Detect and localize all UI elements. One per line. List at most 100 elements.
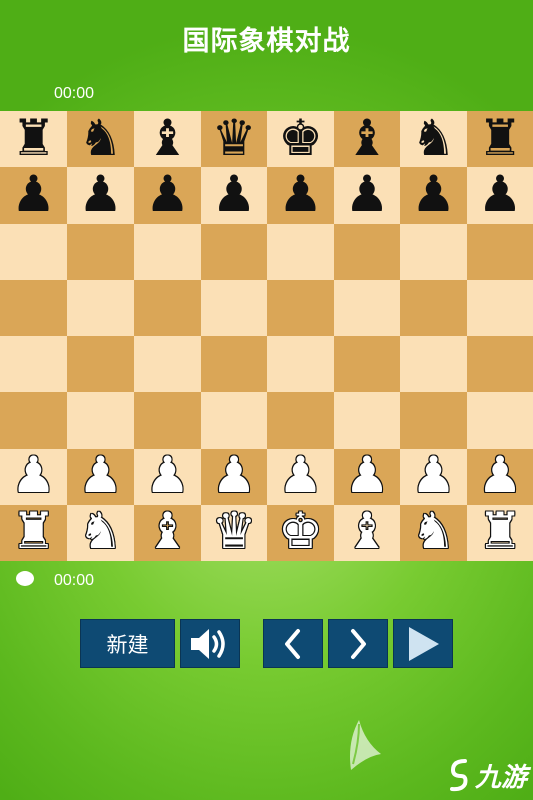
square-a6[interactable] xyxy=(0,223,67,280)
square-g2[interactable]: ♟ xyxy=(400,448,467,505)
square-b7[interactable]: ♟ xyxy=(67,167,134,224)
white-pawn-piece[interactable]: ♟ xyxy=(478,450,523,500)
square-e2[interactable]: ♟ xyxy=(267,448,334,505)
chess-board[interactable]: ♜ ♞ ♝ ♛ ♚ ♝ ♞ ♜ ♟ ♟ ♟ ♟ ♟ ♟ ♟ ♟ ♟ ♟ ♟ ♟ ♟ ♟ ♟ ♟ ♜ ♞ ♝ ♛ ♚ ♝ ♞ ♜ xyxy=(0,111,533,561)
black-pawn-piece[interactable]: ♟ xyxy=(411,169,456,219)
square-f8[interactable]: ♝ xyxy=(334,111,400,168)
square-b3[interactable] xyxy=(67,392,134,449)
square-a3[interactable] xyxy=(0,392,67,449)
white-pawn-piece[interactable]: ♟ xyxy=(11,450,56,500)
black-pawn-piece[interactable]: ♟ xyxy=(212,169,257,219)
square-e4[interactable] xyxy=(267,336,334,393)
square-a1[interactable]: ♜ xyxy=(0,504,67,561)
square-d1[interactable]: ♛ xyxy=(201,504,267,561)
black-king-piece[interactable]: ♚ xyxy=(278,113,323,163)
square-b6[interactable] xyxy=(67,223,134,280)
square-d4[interactable] xyxy=(201,336,267,393)
white-pawn-piece[interactable]: ♟ xyxy=(345,450,390,500)
square-a7[interactable]: ♟ xyxy=(0,167,67,224)
black-pawn-piece[interactable]: ♟ xyxy=(145,169,190,219)
black-pawn-piece[interactable]: ♟ xyxy=(11,169,56,219)
white-pawn-piece[interactable]: ♟ xyxy=(278,450,323,500)
previous-move-button[interactable] xyxy=(263,619,323,668)
square-f5[interactable] xyxy=(334,279,400,336)
black-pawn-piece[interactable]: ♟ xyxy=(345,169,390,219)
square-e8[interactable]: ♚ xyxy=(267,111,334,168)
black-rook-piece[interactable]: ♜ xyxy=(478,113,523,163)
square-h6[interactable] xyxy=(467,223,533,280)
black-pawn-piece[interactable]: ♟ xyxy=(278,169,323,219)
square-d3[interactable] xyxy=(201,392,267,449)
square-c3[interactable] xyxy=(134,392,201,449)
square-g4[interactable] xyxy=(400,336,467,393)
black-pawn-piece[interactable]: ♟ xyxy=(478,169,523,219)
square-f7[interactable]: ♟ xyxy=(334,167,400,224)
square-d2[interactable]: ♟ xyxy=(201,448,267,505)
square-f6[interactable] xyxy=(334,223,400,280)
square-g5[interactable] xyxy=(400,279,467,336)
square-c2[interactable]: ♟ xyxy=(134,448,201,505)
square-e3[interactable] xyxy=(267,392,334,449)
white-pawn-piece[interactable]: ♟ xyxy=(78,450,123,500)
square-b4[interactable] xyxy=(67,336,134,393)
black-bishop-piece[interactable]: ♝ xyxy=(145,113,190,163)
square-g8[interactable]: ♞ xyxy=(400,111,467,168)
square-b2[interactable]: ♟ xyxy=(67,448,134,505)
square-h3[interactable] xyxy=(467,392,533,449)
next-move-button[interactable] xyxy=(328,619,388,668)
white-queen-piece[interactable]: ♛ xyxy=(212,506,257,556)
white-rook-piece[interactable]: ♜ xyxy=(478,506,523,556)
square-f3[interactable] xyxy=(334,392,400,449)
black-bishop-piece[interactable]: ♝ xyxy=(345,113,390,163)
square-b5[interactable] xyxy=(67,279,134,336)
black-queen-piece[interactable]: ♛ xyxy=(212,113,257,163)
square-e1[interactable]: ♚ xyxy=(267,504,334,561)
square-d6[interactable] xyxy=(201,223,267,280)
new-game-button[interactable]: 新建 xyxy=(80,619,175,668)
square-a2[interactable]: ♟ xyxy=(0,448,67,505)
square-d8[interactable]: ♛ xyxy=(201,111,267,168)
square-b8[interactable]: ♞ xyxy=(67,111,134,168)
sound-toggle-button[interactable] xyxy=(180,619,240,668)
square-d7[interactable]: ♟ xyxy=(201,167,267,224)
square-a5[interactable] xyxy=(0,279,67,336)
white-king-piece[interactable]: ♚ xyxy=(278,506,323,556)
white-bishop-piece[interactable]: ♝ xyxy=(145,506,190,556)
square-h1[interactable]: ♜ xyxy=(467,504,533,561)
black-knight-piece[interactable]: ♞ xyxy=(411,113,456,163)
square-h7[interactable]: ♟ xyxy=(467,167,533,224)
black-knight-piece[interactable]: ♞ xyxy=(78,113,123,163)
square-d5[interactable] xyxy=(201,279,267,336)
square-e5[interactable] xyxy=(267,279,334,336)
square-g1[interactable]: ♞ xyxy=(400,504,467,561)
black-pawn-piece[interactable]: ♟ xyxy=(78,169,123,219)
square-g3[interactable] xyxy=(400,392,467,449)
square-a4[interactable] xyxy=(0,336,67,393)
white-pawn-piece[interactable]: ♟ xyxy=(212,450,257,500)
square-c1[interactable]: ♝ xyxy=(134,504,201,561)
white-knight-piece[interactable]: ♞ xyxy=(78,506,123,556)
square-c6[interactable] xyxy=(134,223,201,280)
square-a8[interactable]: ♜ xyxy=(0,111,67,168)
square-g7[interactable]: ♟ xyxy=(400,167,467,224)
square-e7[interactable]: ♟ xyxy=(267,167,334,224)
square-h4[interactable] xyxy=(467,336,533,393)
white-pawn-piece[interactable]: ♟ xyxy=(411,450,456,500)
white-rook-piece[interactable]: ♜ xyxy=(11,506,56,556)
square-f1[interactable]: ♝ xyxy=(334,504,400,561)
square-h5[interactable] xyxy=(467,279,533,336)
square-b1[interactable]: ♞ xyxy=(67,504,134,561)
black-rook-piece[interactable]: ♜ xyxy=(11,113,56,163)
square-f2[interactable]: ♟ xyxy=(334,448,400,505)
square-e6[interactable] xyxy=(267,223,334,280)
square-h2[interactable]: ♟ xyxy=(467,448,533,505)
square-c7[interactable]: ♟ xyxy=(134,167,201,224)
square-c5[interactable] xyxy=(134,279,201,336)
white-pawn-piece[interactable]: ♟ xyxy=(145,450,190,500)
square-h8[interactable]: ♜ xyxy=(467,111,533,168)
play-button[interactable] xyxy=(393,619,453,668)
square-f4[interactable] xyxy=(334,336,400,393)
white-knight-piece[interactable]: ♞ xyxy=(411,506,456,556)
white-bishop-piece[interactable]: ♝ xyxy=(345,506,390,556)
square-g6[interactable] xyxy=(400,223,467,280)
